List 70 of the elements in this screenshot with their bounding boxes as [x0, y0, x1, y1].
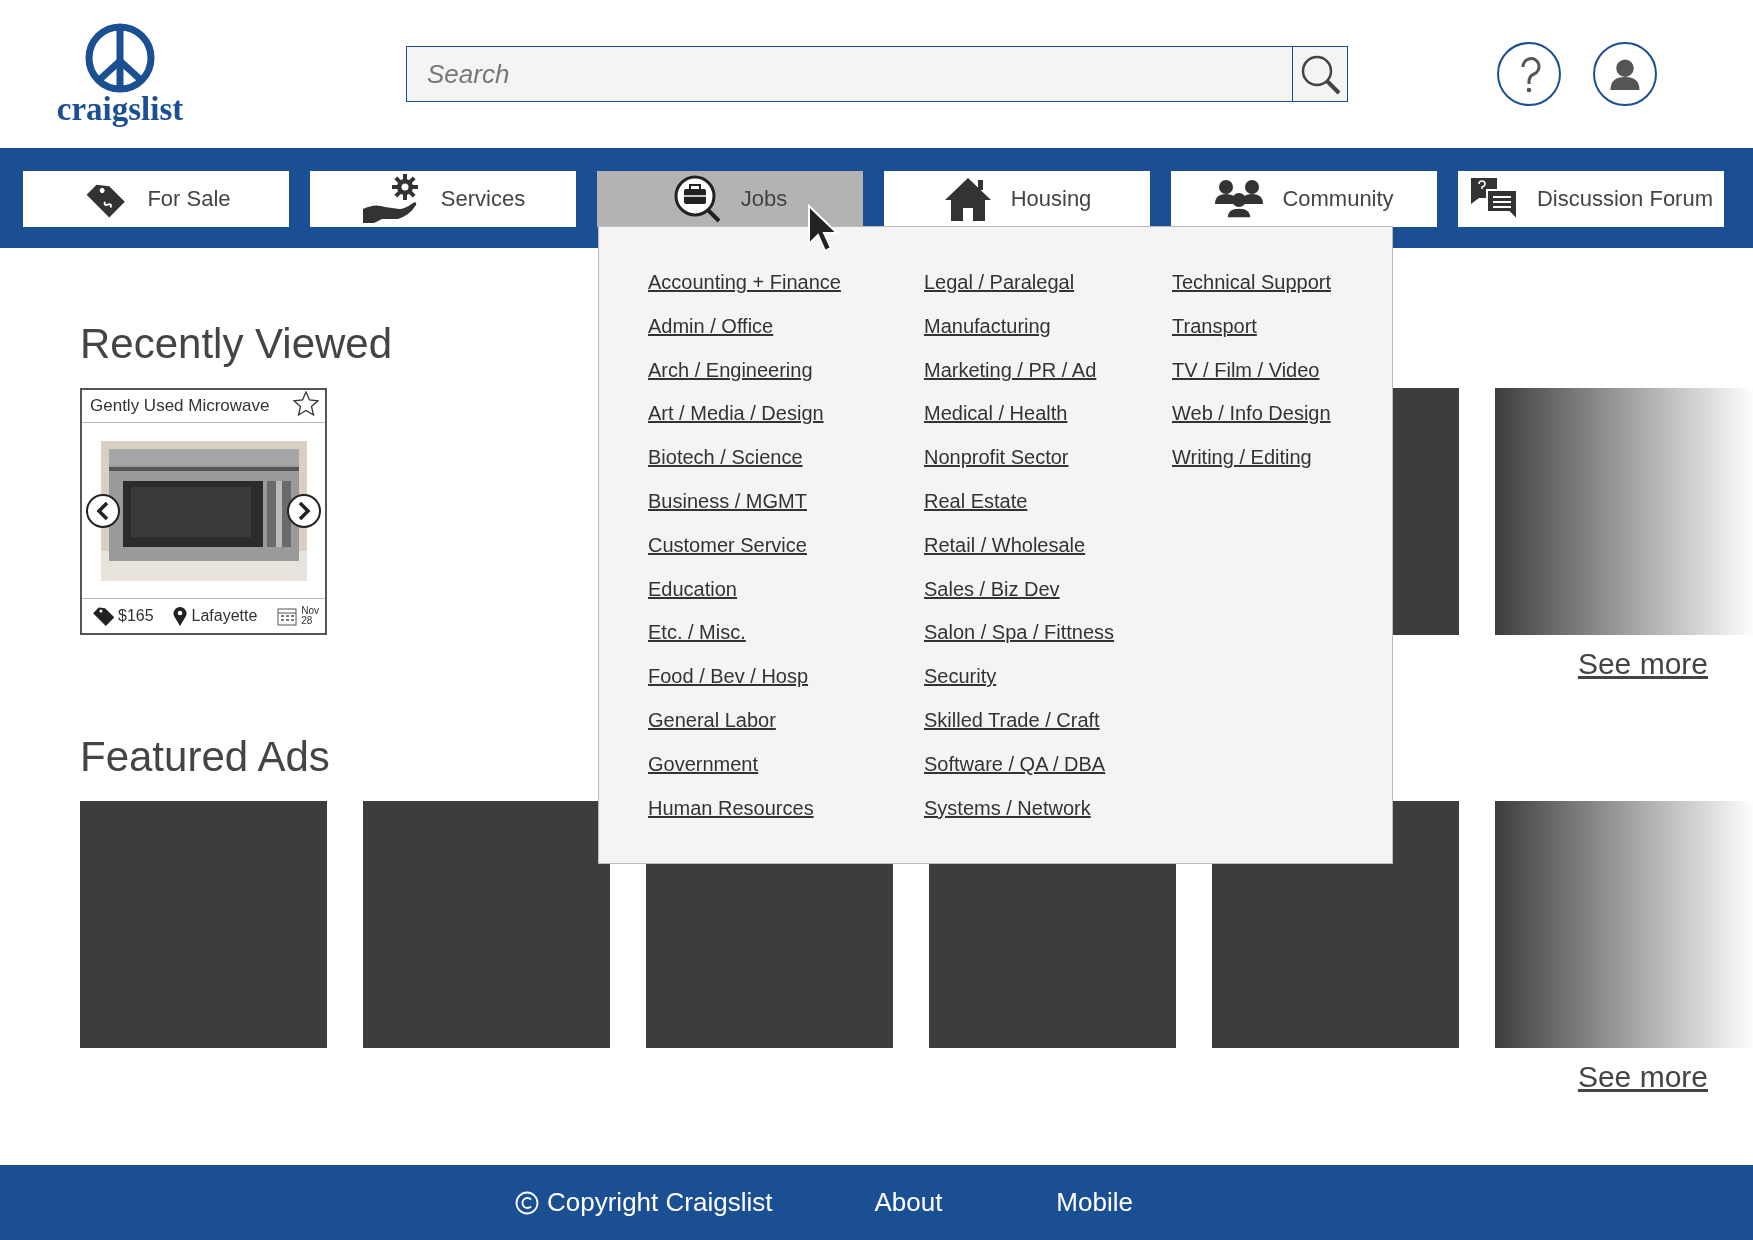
nav-tab[interactable]: Community: [1171, 171, 1437, 227]
see-more-link[interactable]: See more: [1577, 1060, 1708, 1094]
job-category-link[interactable]: Customer Service: [648, 523, 807, 568]
job-category-link[interactable]: TV / Film / Video: [1172, 348, 1320, 393]
job-category-link[interactable]: Art / Media / Design: [648, 392, 824, 437]
star-icon[interactable]: [293, 391, 319, 417]
listing-title: Gently Used Microwave: [90, 396, 270, 416]
nav-tab[interactable]: Services: [310, 171, 576, 227]
job-category-link[interactable]: Software / QA / DBA: [924, 742, 1106, 787]
peace-logo-icon: [85, 23, 155, 93]
job-category-link[interactable]: Retail / Wholesale: [924, 523, 1086, 568]
job-category-link[interactable]: Biotech / Science: [648, 436, 803, 480]
nav-tab[interactable]: Jobs: [597, 171, 863, 227]
job-category-link[interactable]: Arch / Engineering: [648, 348, 813, 393]
footer-link[interactable]: Mobile: [1056, 1187, 1133, 1218]
profile-button[interactable]: [1593, 42, 1657, 106]
calendar-icon: [277, 606, 298, 626]
job-category-link[interactable]: Medical / Health: [924, 392, 1068, 437]
people-icon: [1214, 178, 1265, 220]
ad-placeholder[interactable]: [1495, 801, 1753, 1048]
previous-button[interactable]: [86, 493, 120, 528]
listing-card[interactable]: Gently Used Microwave $165 Lafayette Nov 28: [80, 388, 327, 635]
location-pin-icon: [173, 606, 188, 626]
job-category-link[interactable]: Manufacturing: [924, 304, 1051, 349]
copyright-icon: [515, 1190, 539, 1215]
job-category-link[interactable]: Marketing / PR / Ad: [924, 348, 1097, 393]
listing-month: Nov: [301, 606, 319, 616]
job-category-link[interactable]: Technical Support: [1172, 261, 1331, 305]
nav-tab[interactable]: Discussion Forum: [1458, 171, 1724, 227]
job-category-link[interactable]: Writing / Editing: [1172, 436, 1312, 480]
job-category-link[interactable]: Web / Info Design: [1172, 392, 1331, 437]
listing-price: $165: [118, 607, 154, 625]
job-category-link[interactable]: Human Resources: [648, 786, 814, 831]
search-icon: [1299, 53, 1341, 95]
price-tag-icon: [92, 605, 114, 627]
section-title: Featured Ads: [80, 733, 330, 781]
job-category-link[interactable]: Transport: [1172, 304, 1257, 349]
job-category-link[interactable]: Admin / Office: [648, 304, 774, 349]
job-category-link[interactable]: Skilled Trade / Craft: [924, 698, 1100, 743]
search-field[interactable]: Search: [406, 46, 1292, 102]
job-category-link[interactable]: Systems / Network: [924, 786, 1091, 831]
job-category-link[interactable]: Etc. / Misc.: [648, 611, 746, 656]
search-button[interactable]: [1292, 46, 1348, 102]
job-category-link[interactable]: Sales / Biz Dev: [924, 567, 1060, 612]
job-category-link[interactable]: Legal / Paralegal: [924, 261, 1075, 305]
job-category-link[interactable]: Security: [924, 655, 997, 699]
chevron-left-icon: [95, 499, 111, 522]
logo-text: craigslist: [56, 93, 184, 125]
job-category-link[interactable]: Real Estate: [924, 480, 1028, 524]
job-category-link[interactable]: Government: [648, 742, 759, 787]
listing-day: 28: [301, 616, 319, 626]
help-button[interactable]: [1497, 42, 1561, 106]
job-category-link[interactable]: Education: [648, 567, 737, 612]
footer-link[interactable]: About: [874, 1187, 943, 1218]
listing-location: Lafayette: [191, 607, 258, 625]
copyright-text: Copyright Craigslist: [547, 1187, 773, 1218]
briefcase-magnifier-icon: [672, 174, 723, 224]
job-category-link[interactable]: Nonprofit Sector: [924, 436, 1069, 480]
job-category-link[interactable]: General Labor: [648, 698, 776, 743]
section-title: Recently Viewed: [80, 320, 393, 368]
see-more-link[interactable]: See more: [1577, 647, 1708, 681]
chevron-right-icon: [296, 499, 312, 522]
job-category-link[interactable]: Salon / Spa / Fittness: [924, 611, 1115, 656]
user-icon: [1609, 58, 1641, 90]
ad-placeholder[interactable]: [1495, 388, 1753, 635]
job-category-link[interactable]: Business / MGMT: [648, 480, 807, 524]
job-category-link[interactable]: Food / Bev / Hosp: [648, 655, 809, 699]
nav-tab[interactable]: Housing: [884, 171, 1150, 227]
nav-tab[interactable]: For Sale: [23, 171, 289, 227]
job-category-link[interactable]: Accounting + Finance: [648, 261, 841, 305]
